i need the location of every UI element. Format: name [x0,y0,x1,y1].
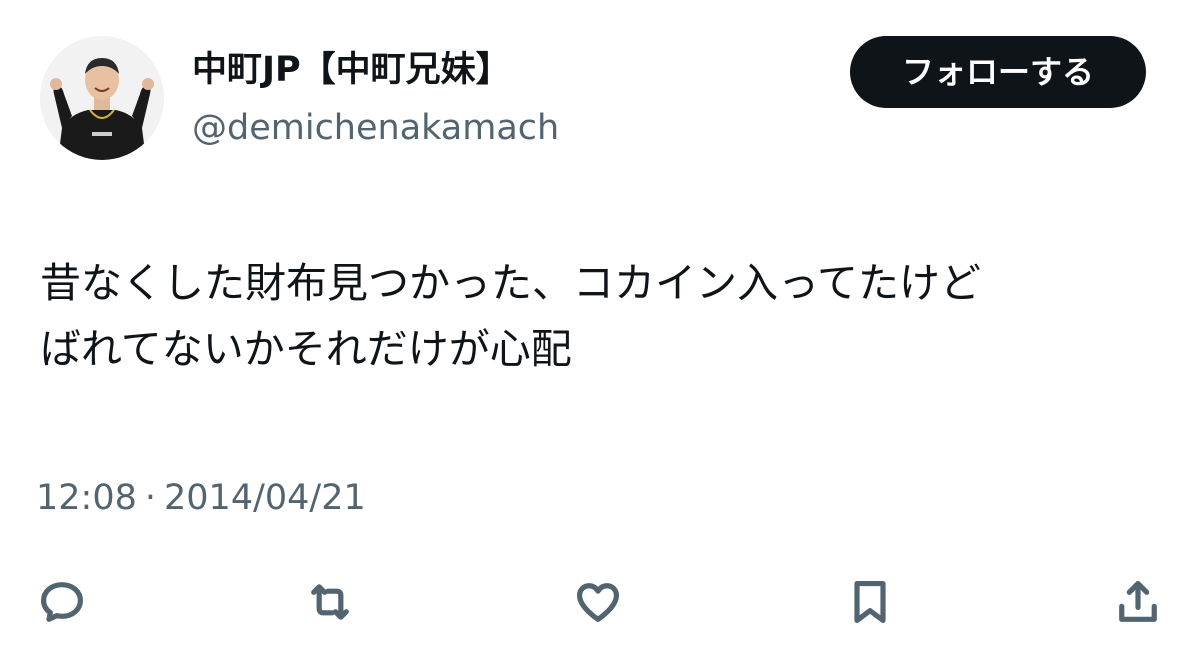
share-icon [1119,580,1157,622]
retweet-button[interactable] [298,570,362,634]
share-button[interactable] [1106,570,1170,634]
tweet-text-line-2: ばれてないかそれだけが心配 [40,325,572,373]
retweet-icon [311,584,349,620]
like-icon [576,583,620,622]
separator-dot: · [144,478,157,518]
action-bar [0,570,1200,640]
tweet-date: 2014/04/21 [164,478,366,518]
reply-icon [40,582,84,622]
bookmark-button[interactable] [838,570,902,634]
tweet-card: 中町JP【中町兄妹】 @demichenakamach フォローする 昔なくした… [0,0,1200,657]
avatar[interactable] [40,36,164,160]
tweet-text: 昔なくした財布見つかった、コカイン入ってたけど ばれてないかそれだけが心配 [40,250,1170,382]
user-handle[interactable]: @demichenakamach [192,106,559,150]
tweet-time: 12:08 [36,478,137,518]
display-name[interactable]: 中町JP【中町兄妹】 [192,48,511,92]
reply-button[interactable] [30,570,94,634]
bookmark-icon [854,580,886,624]
tweet-timestamp[interactable]: 12:08 · 2014/04/21 [36,476,366,520]
tweet-text-line-1: 昔なくした財布見つかった、コカイン入ってたけど [40,259,981,307]
avatar-image [40,36,164,160]
follow-button[interactable]: フォローする [850,36,1146,108]
like-button[interactable] [566,570,630,634]
